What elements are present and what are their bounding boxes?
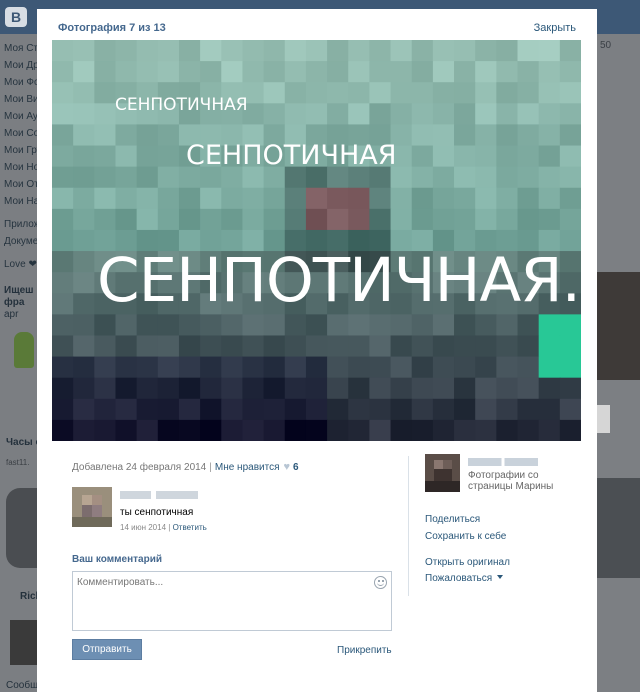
ad-title-line: apr [4,309,19,320]
separator: | [209,462,212,473]
right-photo-thumb[interactable] [597,478,640,578]
photo-counter: Фотография 7 из 13 [58,22,166,34]
avatar[interactable] [72,487,112,527]
modal-header: Фотография 7 из 13 Закрыть [37,9,597,41]
divider [408,456,409,596]
chevron-down-icon [497,575,504,579]
like-button[interactable]: Мне нравится [215,462,280,473]
photo-added-line: Добавлена 24 февраля 2014 | Мне нравится ♥ 6 [72,461,299,473]
menu-item-photos[interactable]: Мои Фото [4,74,37,91]
caption-small: СЕНПОТИЧНАЯ [115,95,248,115]
comment-meta: 14 июн 2014 | Ответить [120,523,207,532]
menu-item-messages[interactable]: Мои Сообщения [4,125,37,142]
owner-avatar-pixels [425,454,460,492]
menu-item-answers[interactable]: Мои Ответы [4,176,37,193]
caption-medium: СЕНПОТИЧНАЯ [186,140,397,171]
open-original-link[interactable]: Открыть оригинал [425,557,510,569]
close-button[interactable]: Закрыть [534,22,576,34]
photo-viewer-modal: Фотография 7 из 13 Закрыть СЕНПОТИЧНАЯ С… [37,9,597,692]
save-to-self-link[interactable]: Сохранить к себе [425,531,510,543]
right-photo-thumb[interactable] [597,272,640,380]
photo-image[interactable]: СЕНПОТИЧНАЯ СЕНПОТИЧНАЯ СЕНПОТИЧНАЯ... [52,40,581,441]
menu-item-documents[interactable]: Документы [4,233,37,250]
menu-item-apps[interactable]: Приложения [4,216,37,233]
comment-date: 14 июн 2014 [120,523,167,532]
comment-box [72,571,392,631]
vk-logo[interactable]: В [5,7,27,27]
avatar-pixels [72,487,112,527]
ad-rich-title[interactable]: Rich [20,591,37,602]
menu-item-news[interactable]: Мои Новости [4,159,37,176]
ad-clock-subtitle: fast11. [6,458,30,467]
menu-item-groups[interactable]: Мои Группы [4,142,37,159]
right-thumb-small[interactable] [597,405,610,433]
right-counter: 50 [600,40,612,51]
owner-name[interactable] [468,458,538,466]
caption-large: СЕНПОТИЧНАЯ... [97,245,581,316]
share-link[interactable]: Поделиться [425,514,510,526]
menu-item-settings[interactable]: Мои Настройки [4,193,37,210]
ad-image-rich[interactable] [10,620,37,665]
your-comment-label: Ваш комментарий [72,554,163,565]
menu-item-friends[interactable]: Мои Друзья [4,57,37,74]
ad-image-android[interactable] [14,332,34,368]
report-dropdown[interactable]: Пожаловаться [425,573,510,585]
send-button[interactable]: Отправить [72,639,142,660]
ad-title-line: Ищеш [4,285,34,296]
comment-item: ты сенпотичная 14 июн 2014 | Ответить [72,487,392,532]
menu-item-love[interactable]: Love ❤ [4,256,37,273]
menu-item-videos[interactable]: Мои Видео [4,91,37,108]
ad-title-line: фра [4,297,25,308]
added-date: Добавлена 24 февраля 2014 [72,462,207,473]
ad-block-title: Ищеш фра apr [4,285,37,321]
heart-icon[interactable]: ♥ [283,461,290,473]
likes-count[interactable]: 6 [293,462,299,473]
separator: | [168,523,171,532]
comment-text: ты сенпотичная [120,507,194,518]
report-label: Пожаловаться [425,573,493,584]
smile-icon[interactable] [374,576,387,589]
reply-link[interactable]: Ответить [173,523,207,532]
comment-input[interactable] [73,572,391,630]
menu-item-my-page[interactable]: Моя Стр [4,40,37,57]
photo-actions: Поделиться Сохранить к себе Открыть ориг… [425,514,510,585]
album-source-link[interactable]: Фотографии со страницы Марины [468,470,558,492]
owner-avatar[interactable] [425,454,460,492]
menu-item-audio[interactable]: Мои Аудио [4,108,37,125]
left-menu: Моя Стр Мои Друзья Мои Фото Мои Видео Мо… [4,40,40,273]
ad-image-watch[interactable] [6,488,37,568]
comment-author-name[interactable] [120,491,198,499]
ad-clock-title[interactable]: Часы о [6,437,37,448]
attach-link[interactable]: Прикрепить [337,645,392,656]
